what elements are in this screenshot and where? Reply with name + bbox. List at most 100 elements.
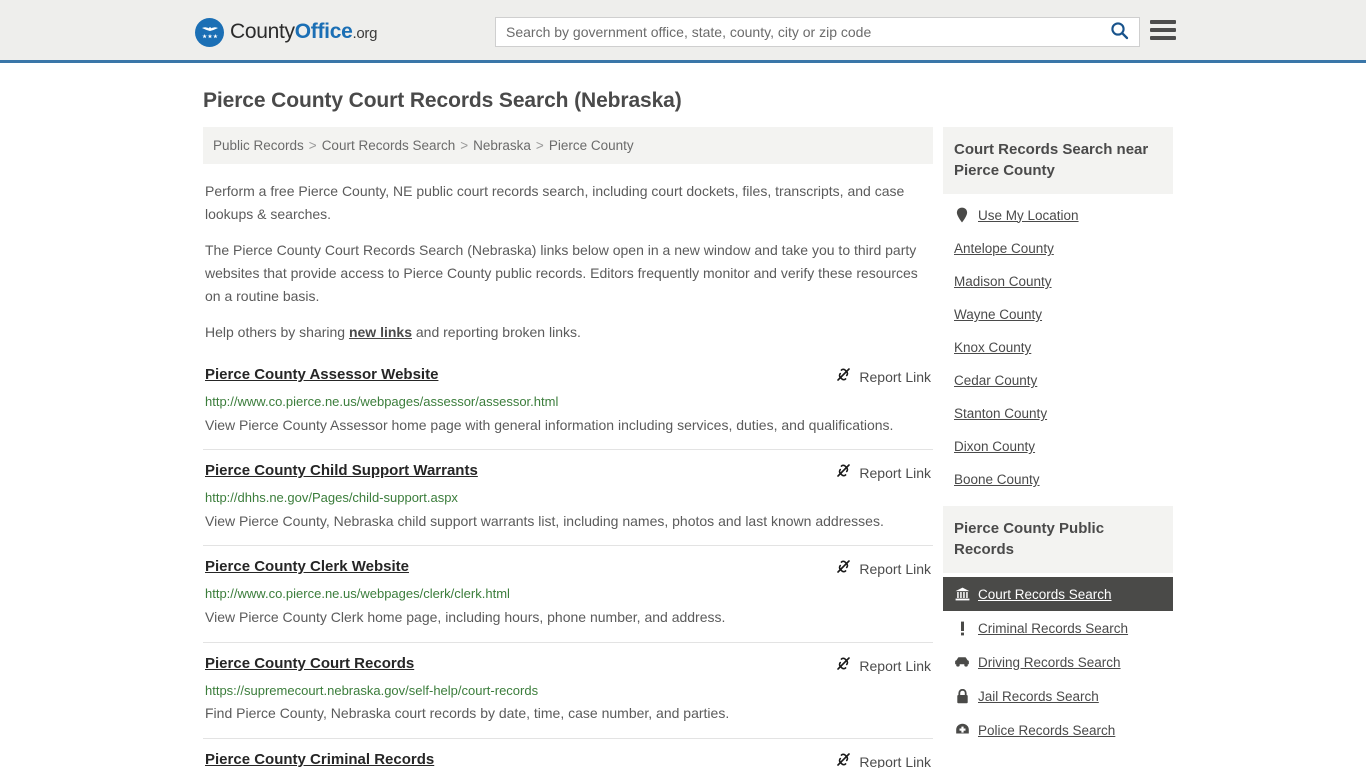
sidebar-item-police-records-search[interactable]: Police Records Search	[943, 713, 1173, 747]
breadcrumb-separator: >	[460, 138, 469, 153]
breadcrumb-separator: >	[535, 138, 544, 153]
result-title-link[interactable]: Pierce County Criminal Records	[205, 751, 434, 768]
result-item: Pierce County Child Support Warrants Rep…	[203, 449, 933, 545]
sidebar-item-label: Madison County	[954, 274, 1052, 289]
sidebar-item-label: Driving Records Search	[978, 654, 1121, 670]
public-records-list: Court Records Search Criminal Records Se…	[943, 573, 1173, 747]
search-button[interactable]	[1099, 18, 1139, 46]
nearby-search-heading: Court Records Search near Pierce County	[943, 127, 1173, 194]
courthouse-icon	[954, 586, 970, 602]
search-icon	[1110, 21, 1129, 43]
report-link-button[interactable]: Report Link	[835, 751, 931, 768]
page-title: Pierce County Court Records Search (Nebr…	[203, 89, 682, 112]
result-item: Pierce County Assessor Website Report Li…	[203, 358, 933, 449]
report-link-button[interactable]: Report Link	[835, 462, 931, 484]
broken-link-icon	[835, 462, 852, 484]
public-records-heading: Pierce County Public Records	[943, 506, 1173, 573]
site-logo[interactable]: CountyOffice.org	[195, 17, 377, 47]
report-link-button[interactable]: Report Link	[835, 366, 931, 388]
intro-text-before: Help others by sharing	[205, 324, 349, 341]
sidebar-item-cedar-county[interactable]: Cedar County	[943, 364, 1173, 397]
lock-icon	[954, 688, 970, 704]
sidebar-item-use-my-location[interactable]: Use My Location	[943, 198, 1173, 232]
nearby-search-box: Court Records Search near Pierce County …	[943, 127, 1173, 496]
report-link-label: Report Link	[859, 369, 931, 386]
intro-paragraph-2: The Pierce County Court Records Search (…	[205, 242, 918, 304]
police-badge-icon	[954, 722, 970, 738]
report-link-label: Report Link	[859, 561, 931, 578]
result-title-link[interactable]: Pierce County Court Records	[205, 655, 414, 674]
intro-paragraph-1: Perform a free Pierce County, NE public …	[205, 183, 905, 222]
sidebar-item-dixon-county[interactable]: Dixon County	[943, 430, 1173, 463]
sidebar: Court Records Search near Pierce County …	[943, 127, 1173, 757]
hamburger-bar-1	[1150, 20, 1176, 24]
hamburger-menu-icon[interactable]	[1150, 19, 1176, 41]
sidebar-item-madison-county[interactable]: Madison County	[943, 265, 1173, 298]
result-title-link[interactable]: Pierce County Assessor Website	[205, 366, 438, 385]
page-body: Pierce County Court Records Search (Nebr…	[0, 89, 1366, 768]
sidebar-item-label: Stanton County	[954, 406, 1048, 421]
report-link-label: Report Link	[859, 465, 931, 482]
sidebar-item-criminal-records-search[interactable]: Criminal Records Search	[943, 611, 1173, 645]
sidebar-item-boone-county[interactable]: Boone County	[943, 463, 1173, 496]
map-pin-icon	[954, 207, 970, 223]
sidebar-item-label: Boone County	[954, 472, 1040, 487]
report-link-label: Report Link	[859, 753, 931, 768]
search-input[interactable]	[496, 18, 1099, 46]
broken-link-icon	[835, 751, 852, 768]
intro-paragraph-3: Help others by sharing new links and rep…	[205, 321, 933, 344]
sidebar-item-label: Antelope County	[954, 241, 1054, 256]
breadcrumb-separator: >	[308, 138, 317, 153]
result-item: Pierce County Court Records Report Link …	[203, 641, 933, 738]
result-title-link[interactable]: Pierce County Child Support Warrants	[205, 462, 478, 481]
sidebar-item-label: Knox County	[954, 340, 1032, 355]
sidebar-item-label: Cedar County	[954, 373, 1038, 388]
eagle-shield-icon	[195, 17, 224, 47]
report-link-label: Report Link	[859, 657, 931, 674]
breadcrumb-item-court-records-search[interactable]: Court Records Search	[322, 138, 456, 153]
hamburger-bar-3	[1150, 36, 1176, 40]
nearby-county-list: Use My Location Antelope County Madison …	[943, 194, 1173, 496]
sidebar-item-label: Police Records Search	[978, 722, 1116, 738]
breadcrumb-item-public-records[interactable]: Public Records	[213, 138, 304, 153]
broken-link-icon	[835, 366, 852, 388]
sidebar-item-antelope-county[interactable]: Antelope County	[943, 232, 1173, 265]
sidebar-item-knox-county[interactable]: Knox County	[943, 331, 1173, 364]
report-link-button[interactable]: Report Link	[835, 655, 931, 677]
result-title-link[interactable]: Pierce County Clerk Website	[205, 558, 409, 577]
search-bar	[495, 17, 1140, 47]
sidebar-item-jail-records-search[interactable]: Jail Records Search	[943, 679, 1173, 713]
logo-text-bold: Office	[294, 20, 353, 43]
sidebar-item-wayne-county[interactable]: Wayne County	[943, 298, 1173, 331]
site-header: CountyOffice.org	[0, 0, 1366, 63]
result-description: View Pierce County, Nebraska child suppo…	[205, 512, 884, 529]
hamburger-bar-2	[1150, 28, 1176, 32]
sidebar-item-driving-records-search[interactable]: Driving Records Search	[943, 645, 1173, 679]
sidebar-item-label: Wayne County	[954, 307, 1043, 322]
result-item: Pierce County Criminal Records Report Li…	[203, 737, 933, 768]
sidebar-item-court-records-search[interactable]: Court Records Search	[943, 577, 1173, 611]
intro-text-after: and reporting broken links.	[412, 324, 581, 341]
new-links-link[interactable]: new links	[349, 324, 412, 340]
sidebar-item-label: Criminal Records Search	[978, 620, 1129, 636]
main-content: Public Records > Court Records Search > Nebr…	[203, 127, 933, 768]
logo-text-tld: .org	[352, 25, 378, 42]
car-icon	[954, 654, 970, 670]
breadcrumb-item-nebraska[interactable]: Nebraska	[473, 138, 531, 153]
result-url[interactable]: http://dhhs.ne.gov/Pages/child-support.a…	[205, 489, 931, 507]
broken-link-icon	[835, 655, 852, 677]
sidebar-item-label: Jail Records Search	[978, 688, 1099, 704]
result-url[interactable]: https://supremecourt.nebraska.gov/self-h…	[205, 682, 931, 700]
sidebar-item-label: Court Records Search	[978, 586, 1112, 602]
result-url[interactable]: http://www.co.pierce.ne.us/webpages/cler…	[205, 585, 931, 603]
breadcrumb-item-pierce-county[interactable]: Pierce County	[549, 138, 634, 153]
logo-wordmark: CountyOffice.org	[230, 20, 377, 44]
intro-section: Perform a free Pierce County, NE public …	[203, 180, 933, 344]
sidebar-item-stanton-county[interactable]: Stanton County	[943, 397, 1173, 430]
results-list: Pierce County Assessor Website Report Li…	[203, 358, 933, 768]
breadcrumb: Public Records > Court Records Search > Nebr…	[203, 127, 933, 164]
report-link-button[interactable]: Report Link	[835, 558, 931, 580]
result-item: Pierce County Clerk Website Report Link …	[203, 545, 933, 641]
sidebar-item-label: Dixon County	[954, 439, 1036, 454]
result-url[interactable]: http://www.co.pierce.ne.us/webpages/asse…	[205, 393, 931, 411]
